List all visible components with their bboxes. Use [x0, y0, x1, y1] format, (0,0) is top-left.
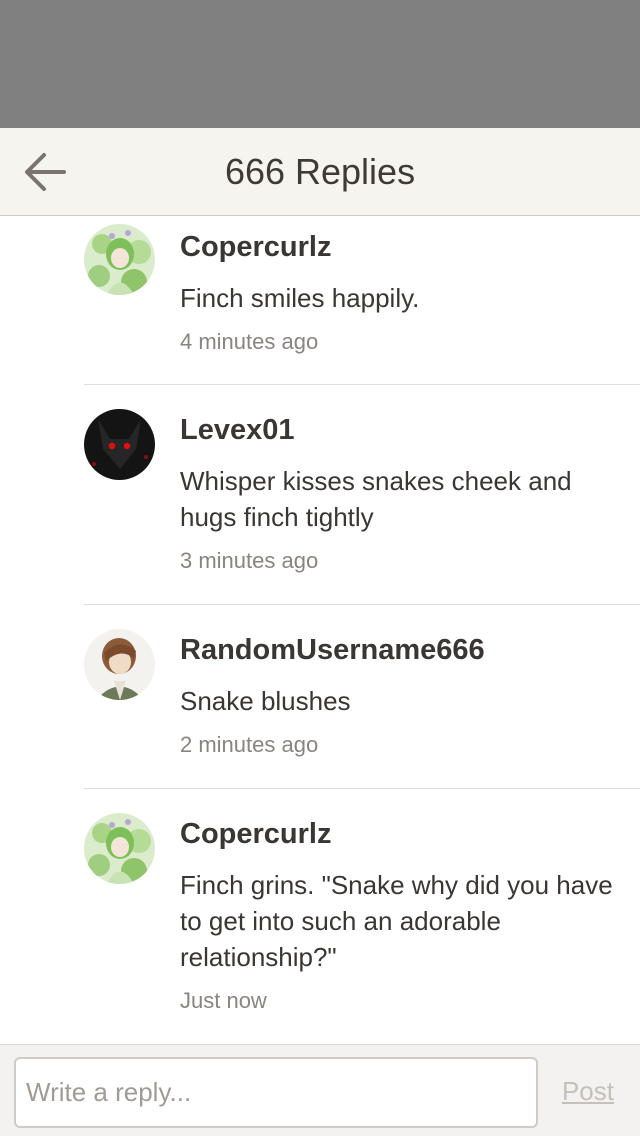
reply-item: Copercurlz Finch grins. "Snake why did y… — [84, 789, 640, 1044]
reply-timestamp: 2 minutes ago — [180, 732, 319, 757]
reply-message: Finch smiles happily. — [180, 283, 420, 313]
reply-timestamp: 3 minutes ago — [180, 548, 319, 573]
reply-timestamp: 4 minutes ago — [180, 329, 319, 354]
avatar[interactable] — [84, 224, 155, 295]
reply-content: Copercurlz Finch smiles happily. 4 minut… — [180, 230, 640, 356]
post-button[interactable]: Post — [562, 1075, 614, 1107]
reply-username[interactable]: RandomUsername666 — [180, 633, 620, 667]
reply-item: RandomUsername666 Snake blushes 2 minute… — [84, 605, 640, 789]
navigation-header: 666 Replies — [0, 128, 640, 216]
reply-item: Copercurlz Finch smiles happily. 4 minut… — [84, 216, 640, 385]
green-hair-character-avatar-icon — [84, 224, 155, 295]
green-hair-character-avatar-icon — [84, 813, 155, 884]
reply-username[interactable]: Copercurlz — [180, 230, 620, 264]
brown-hair-character-avatar-icon — [84, 629, 155, 700]
reply-item: Levex01 Whisper kisses snakes cheek and … — [84, 385, 640, 605]
reply-message: Snake blushes — [180, 686, 351, 716]
replies-list[interactable]: Copercurlz Finch smiles happily. 4 minut… — [0, 216, 640, 1044]
reply-content: Levex01 Whisper kisses snakes cheek and … — [180, 413, 640, 575]
reply-message: Finch grins. "Snake why did you have to … — [180, 870, 613, 972]
avatar[interactable] — [84, 629, 155, 700]
avatar[interactable] — [84, 409, 155, 480]
reply-content: Copercurlz Finch grins. "Snake why did y… — [180, 817, 640, 1015]
status-bar-area — [0, 0, 640, 128]
dark-wolf-red-eyes-avatar-icon — [84, 409, 155, 480]
reply-username[interactable]: Levex01 — [180, 413, 620, 447]
reply-content: RandomUsername666 Snake blushes 2 minute… — [180, 633, 640, 759]
avatar[interactable] — [84, 813, 155, 884]
reply-input[interactable] — [14, 1057, 538, 1128]
page-title: 666 Replies — [224, 151, 416, 192]
reply-username[interactable]: Copercurlz — [180, 817, 620, 851]
compose-bar: Post — [0, 1044, 640, 1136]
reply-timestamp: Just now — [180, 988, 267, 1013]
reply-message: Whisper kisses snakes cheek and hugs fin… — [180, 466, 572, 532]
